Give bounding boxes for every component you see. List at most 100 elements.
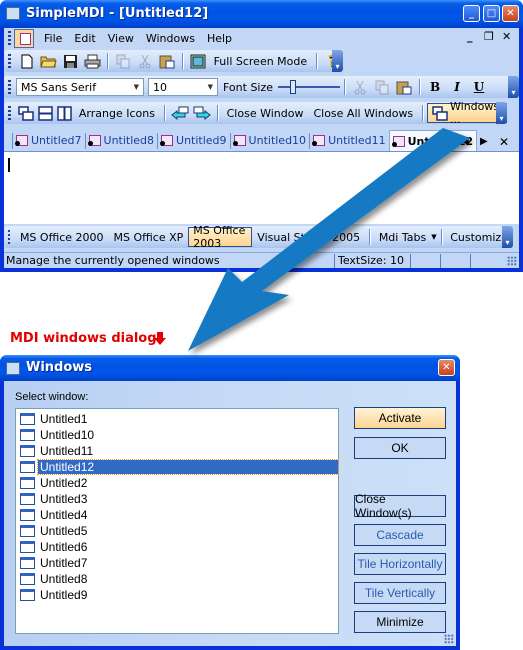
cascade-icon[interactable] <box>17 105 34 121</box>
underline-button[interactable]: U <box>470 79 488 95</box>
window-list-item[interactable]: Untitled4 <box>16 507 338 523</box>
dialog-close-button[interactable]: ✕ <box>438 359 455 376</box>
style-ms-office-2000[interactable]: MS Office 2000 <box>15 231 109 244</box>
toolbar-grip[interactable] <box>8 230 10 244</box>
tab-close-button[interactable]: ✕ <box>499 135 509 149</box>
font-name-combo[interactable]: MS Sans Serif ▼ <box>16 78 144 96</box>
style-visual-studio-2005[interactable]: Visual Studio 2005 <box>252 231 365 244</box>
chevron-down-icon[interactable]: ▼ <box>134 83 139 91</box>
activate-button[interactable]: Activate <box>354 407 446 429</box>
copy-icon[interactable] <box>373 79 391 95</box>
font-size-combo[interactable]: 10 ▼ <box>148 78 218 96</box>
open-folder-icon[interactable] <box>40 53 58 69</box>
style-ms-office-2003[interactable]: MS Office 2003 <box>188 224 253 250</box>
tab-scroll-right-button[interactable]: ▶ <box>480 136 488 147</box>
mdi-tab[interactable]: Untitled7 <box>12 132 85 149</box>
resize-grip[interactable] <box>507 256 517 266</box>
chevron-down-icon[interactable]: ▼ <box>431 233 436 241</box>
window-list-item[interactable]: Untitled1 <box>16 411 338 427</box>
mdi-tabs-dropdown[interactable]: Mdi Tabs <box>374 231 431 244</box>
close-button[interactable]: ✕ <box>502 5 519 22</box>
window-list-item[interactable]: Untitled2 <box>16 475 338 491</box>
tab-scroll-left-button[interactable]: ◀ <box>461 136 469 147</box>
minimize-button[interactable]: _ <box>463 5 480 22</box>
menu-windows[interactable]: Windows <box>140 32 201 45</box>
paste-icon[interactable] <box>395 79 413 95</box>
tile-horizontal-icon[interactable] <box>37 105 53 121</box>
copy-icon[interactable] <box>114 53 132 69</box>
mdi-minimize-button[interactable]: _ <box>467 30 473 43</box>
window-list-item[interactable]: Untitled10 <box>16 427 338 443</box>
toolbar-grip[interactable] <box>8 106 11 120</box>
toolbar-grip[interactable] <box>8 31 11 45</box>
tile-vertically-button[interactable]: Tile Vertically <box>354 582 446 604</box>
italic-button[interactable]: I <box>448 79 466 95</box>
window-icon <box>20 525 35 537</box>
full-screen-mode-button[interactable]: Full Screen Mode <box>209 55 313 68</box>
minimize-button[interactable]: Minimize <box>354 611 446 633</box>
save-icon[interactable] <box>62 53 80 69</box>
status-panel <box>440 253 470 268</box>
print-icon[interactable] <box>83 53 101 69</box>
menu-file[interactable]: File <box>38 32 68 45</box>
mdi-close-button[interactable]: ✕ <box>502 30 511 43</box>
arrange-icons-button[interactable]: Arrange Icons <box>74 107 160 120</box>
window-list-item[interactable]: Untitled7 <box>16 555 338 571</box>
dialog-title-bar[interactable]: Windows ✕ <box>0 355 460 381</box>
windows-list-icon <box>432 105 448 121</box>
slider-thumb[interactable] <box>290 80 297 94</box>
next-window-icon[interactable] <box>193 105 211 121</box>
resize-grip[interactable] <box>444 634 454 644</box>
cascade-button[interactable]: Cascade <box>354 524 446 546</box>
window-list-item-label: Untitled5 <box>40 524 88 538</box>
window-listbox[interactable]: Untitled1 Untitled10 Untitled11 Untitled12 U… <box>15 408 339 634</box>
window-list-item[interactable]: Untitled12 <box>16 459 339 475</box>
bold-button[interactable]: B <box>426 79 444 95</box>
toolbar-overflow-chevron[interactable]: ▾ <box>508 76 519 98</box>
window-icon <box>20 573 35 585</box>
menu-view[interactable]: View <box>102 32 140 45</box>
full-screen-icon[interactable] <box>189 53 207 69</box>
main-app-window: SimpleMDI - [Untitled12] _ □ ✕ File Edit… <box>0 0 523 272</box>
mdi-tab-strip: Untitled7 Untitled8 Untitled9 Untitled10 Unt… <box>4 130 519 152</box>
maximize-button[interactable]: □ <box>483 5 500 22</box>
mdi-tab[interactable]: Untitled10 <box>229 132 310 149</box>
window-list-item[interactable]: Untitled3 <box>16 491 338 507</box>
app-icon <box>6 7 20 20</box>
toolbar-overflow-chevron[interactable]: ▾ <box>332 50 343 72</box>
toolbar-overflow-chevron[interactable]: ▾ <box>502 226 513 248</box>
window-list-item[interactable]: Untitled6 <box>16 539 338 555</box>
document-editor[interactable] <box>4 152 519 224</box>
cut-icon[interactable] <box>136 53 154 69</box>
style-ms-office-xp[interactable]: MS Office XP <box>109 231 189 244</box>
cut-icon[interactable] <box>351 79 369 95</box>
mdi-tab[interactable]: Untitled9 <box>157 132 230 149</box>
window-list-item[interactable]: Untitled11 <box>16 443 338 459</box>
mdi-child-system-icon[interactable] <box>14 28 34 48</box>
close-windows-button[interactable]: Close Window(s) <box>354 492 446 520</box>
mdi-restore-button[interactable]: ❐ <box>484 30 494 43</box>
menu-help[interactable]: Help <box>201 32 238 45</box>
mdi-tab[interactable]: Untitled11 <box>309 132 389 149</box>
toolbar-grip[interactable] <box>8 54 11 68</box>
new-document-icon[interactable] <box>18 53 36 69</box>
menu-edit[interactable]: Edit <box>68 32 101 45</box>
status-message: Manage the currently opened windows <box>6 254 220 267</box>
window-list-item[interactable]: Untitled5 <box>16 523 338 539</box>
paste-icon[interactable] <box>158 53 176 69</box>
toolbar-overflow-chevron[interactable]: ▾ <box>496 102 507 124</box>
mdi-tab[interactable]: Untitled8 <box>84 132 158 149</box>
close-all-windows-button[interactable]: Close All Windows <box>308 107 418 120</box>
app-title-bar[interactable]: SimpleMDI - [Untitled12] _ □ ✕ <box>0 0 523 28</box>
tile-horizontally-button[interactable]: Tile Horizontally <box>354 553 446 575</box>
previous-window-icon[interactable] <box>170 105 189 121</box>
chevron-down-icon[interactable]: ▼ <box>208 83 213 91</box>
font-size-slider[interactable] <box>278 80 341 94</box>
ok-button[interactable]: OK <box>354 437 446 459</box>
tile-vertical-icon[interactable] <box>57 105 72 121</box>
window-list-item[interactable]: Untitled9 <box>16 587 338 603</box>
window-list-item[interactable]: Untitled8 <box>16 571 338 587</box>
toolbar-grip[interactable] <box>8 80 11 94</box>
dialog-title: Windows <box>26 360 93 375</box>
close-window-button[interactable]: Close Window <box>222 107 309 120</box>
